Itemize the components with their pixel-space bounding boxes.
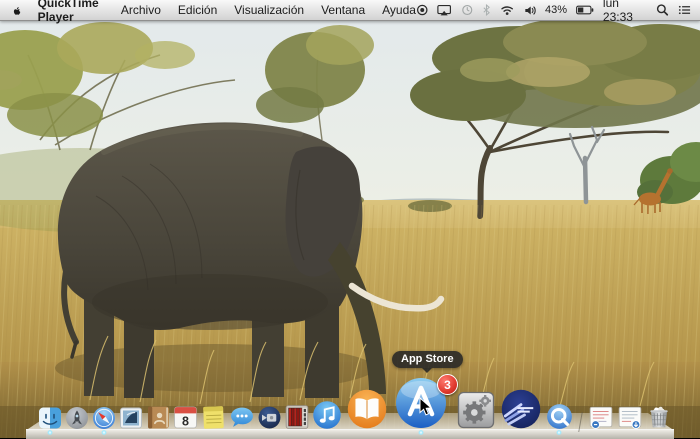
contacts-icon bbox=[148, 406, 169, 429]
mouse-cursor bbox=[419, 397, 433, 416]
calendar-icon: 8 bbox=[174, 406, 197, 429]
calendar-day: 8 bbox=[182, 414, 189, 428]
bluetooth-icon[interactable] bbox=[482, 3, 491, 17]
dock-item-contacts[interactable] bbox=[146, 405, 171, 430]
dock-item-quicktime-player[interactable] bbox=[546, 403, 573, 430]
dock-item-facetime[interactable] bbox=[257, 405, 282, 430]
dock-item-documents-stack[interactable] bbox=[588, 404, 614, 430]
running-indicator-safari bbox=[101, 430, 107, 435]
dock-item-downloads-stack[interactable] bbox=[617, 404, 643, 430]
safari-icon bbox=[93, 407, 115, 429]
dock-item-finder[interactable] bbox=[38, 406, 62, 430]
desktop-wallpaper bbox=[0, 0, 700, 438]
app-store-badge: 3 bbox=[437, 374, 458, 395]
dock-item-notes[interactable] bbox=[201, 405, 226, 430]
mail-icon bbox=[120, 407, 142, 429]
downloads-stack-icon bbox=[618, 406, 642, 429]
dock-item-messages[interactable] bbox=[229, 405, 255, 430]
dock-item-system-preferences[interactable] bbox=[456, 390, 496, 430]
documents-stack-icon bbox=[589, 406, 613, 429]
battery-percent: 43% bbox=[545, 4, 568, 16]
notification-center-icon[interactable] bbox=[678, 4, 691, 16]
photo-booth-icon bbox=[285, 405, 309, 429]
menu-clock[interactable]: lun 23:33 bbox=[603, 0, 647, 24]
dock-item-ibooks[interactable] bbox=[346, 388, 388, 430]
dock-item-calendar[interactable]: 8 bbox=[173, 405, 198, 430]
launchpad-icon bbox=[66, 407, 88, 429]
running-indicator-finder bbox=[47, 430, 53, 435]
dock-item-safari[interactable] bbox=[92, 406, 116, 430]
facetime-icon bbox=[258, 406, 281, 429]
dock-item-trash[interactable] bbox=[646, 403, 672, 430]
system-preferences-icon bbox=[457, 391, 495, 429]
spotlight-icon[interactable] bbox=[656, 3, 669, 17]
menu-edicion[interactable]: Edición bbox=[178, 3, 217, 17]
dock-item-itunes[interactable] bbox=[312, 400, 342, 430]
dock-item-eclipse[interactable] bbox=[500, 388, 542, 430]
quicktime-icon bbox=[547, 404, 572, 429]
record-icon[interactable] bbox=[416, 3, 429, 17]
dock-item-launchpad[interactable] bbox=[65, 406, 89, 430]
menu-visualizacion[interactable]: Visualización bbox=[234, 3, 304, 17]
time-machine-icon[interactable] bbox=[461, 3, 474, 17]
itunes-icon bbox=[313, 401, 341, 429]
menu-bar: QuickTime Player Archivo Edición Visuali… bbox=[0, 0, 700, 24]
dock-item-photo-booth[interactable] bbox=[284, 404, 310, 430]
wifi-icon[interactable] bbox=[500, 4, 514, 16]
apple-icon[interactable] bbox=[12, 3, 21, 18]
finder-icon bbox=[39, 407, 61, 429]
eclipse-icon bbox=[501, 389, 541, 429]
dock-item-mail[interactable] bbox=[119, 406, 143, 430]
menu-ventana[interactable]: Ventana bbox=[321, 3, 365, 17]
ibooks-icon bbox=[347, 389, 387, 429]
volume-icon[interactable] bbox=[524, 4, 537, 17]
running-indicator-quicktime bbox=[556, 430, 562, 435]
notes-icon bbox=[203, 406, 224, 429]
trash-icon bbox=[650, 406, 668, 428]
battery-icon[interactable] bbox=[576, 4, 594, 16]
messages-icon bbox=[231, 407, 253, 427]
running-indicator-app-store bbox=[418, 430, 424, 435]
dock-tooltip: App Store bbox=[392, 351, 463, 373]
active-app-menu[interactable]: QuickTime Player bbox=[38, 0, 104, 24]
menu-archivo[interactable]: Archivo bbox=[121, 3, 161, 17]
menu-ayuda[interactable]: Ayuda bbox=[382, 3, 416, 17]
airplay-display-icon[interactable] bbox=[437, 3, 452, 17]
